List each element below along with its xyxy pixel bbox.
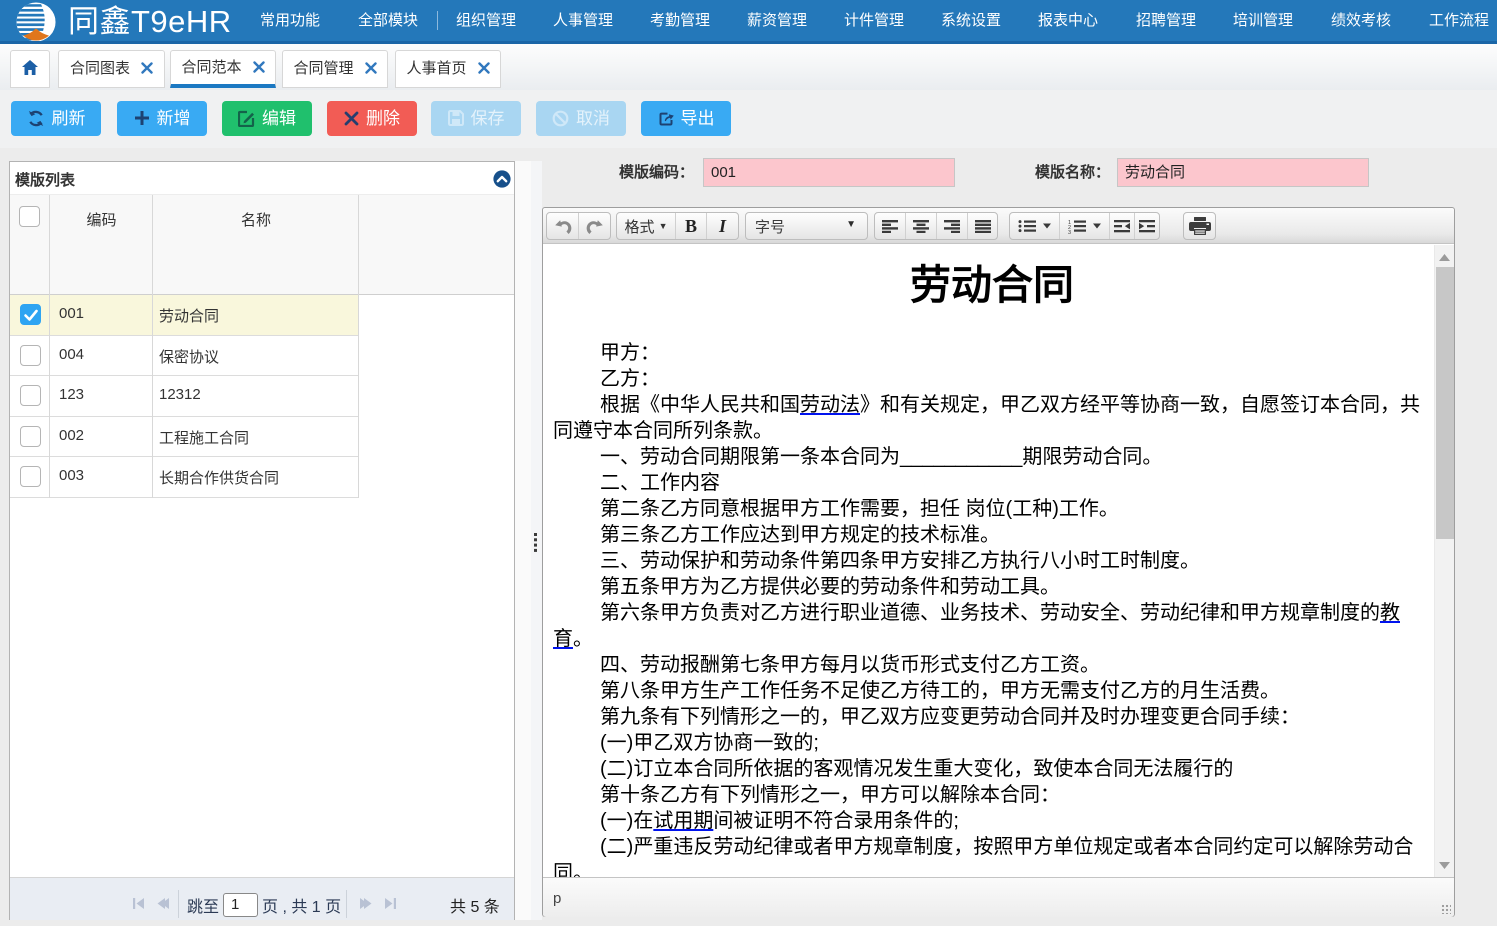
svg-text:3: 3 — [1068, 229, 1071, 233]
